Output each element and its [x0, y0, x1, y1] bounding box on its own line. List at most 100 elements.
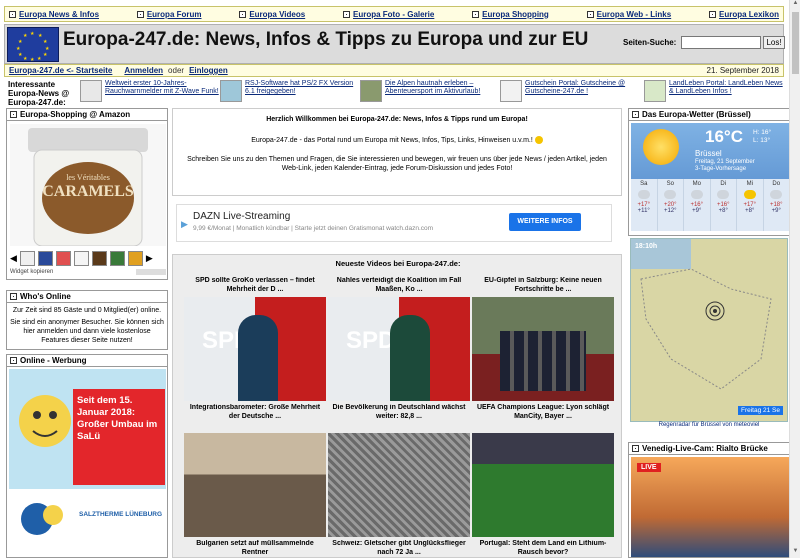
login-link[interactable]: Anmelden	[124, 66, 163, 75]
amazon-badge-icon[interactable]	[136, 269, 166, 275]
site-header: ★ ★ ★ ★ ★ ★ ★ ★ ★ ★ ★ ★ Europa-247.de: N…	[4, 24, 785, 64]
current-date: 21. September 2018	[706, 66, 780, 75]
video-thumbnail[interactable]	[472, 433, 614, 537]
dazn-more-info-button[interactable]: WEITERE INFOS	[509, 213, 581, 231]
chevron-right-icon[interactable]: ▶	[146, 253, 153, 264]
ticker-link[interactable]: Gutschein Portal: Gutscheine @ Gutschein…	[525, 80, 640, 102]
video-item[interactable]: Schweiz: Gletscher gibt Unglücksflieger …	[328, 433, 470, 558]
shopping-box-header: Europa-Shopping @ Amazon	[7, 109, 167, 121]
product-thumb[interactable]	[109, 250, 125, 266]
video-title[interactable]: SPD sollte GroKo verlassen – findet Mehr…	[184, 277, 326, 297]
video-title[interactable]: Integrationsbarometer: Große Mehrheit de…	[184, 404, 326, 422]
video-thumbnail[interactable]	[328, 433, 470, 537]
nav-europa-news[interactable]: Europa News & Infos	[9, 10, 99, 19]
or-text: oder	[168, 66, 185, 75]
rain-radar-map[interactable]: 18:10h Freitag 21 Se	[630, 238, 788, 422]
nav-europa-web-links[interactable]: Europa Web - Links	[586, 10, 671, 19]
video-item[interactable]: EU-Gipfel in Salzburg: Keine neuen Forts…	[472, 277, 614, 422]
register-link[interactable]: Einloggen	[189, 66, 228, 75]
video-thumbnail[interactable]	[184, 433, 326, 537]
video-title[interactable]: Nahles verteidigt die Koalition im Fall …	[328, 277, 470, 297]
ticker-thumbnail	[500, 80, 522, 102]
rain-cloud-icon	[690, 190, 703, 199]
video-title[interactable]: Schweiz: Gletscher gibt Unglücksflieger …	[328, 540, 470, 558]
weather-widget[interactable]: 16°C H: 16° L: 13° Brüssel Freitag, 21 Se…	[631, 123, 789, 231]
ticker-link[interactable]: Weltweit erster 10-Jahres-Rauchwarnmelde…	[105, 80, 220, 102]
nav-europa-shopping[interactable]: Europa Shopping	[472, 10, 549, 19]
product-thumb[interactable]	[73, 250, 89, 266]
news-ticker: Interessante Europa-News @ Europa-247.de…	[4, 78, 784, 107]
ticker-item[interactable]: RSJ-Software hat PS/2 FX Version 6.1 fre…	[220, 80, 360, 102]
search-button[interactable]: Los!	[763, 36, 785, 49]
video-thumbnail[interactable]	[472, 297, 614, 401]
video-item[interactable]: Portugal: Steht dem Land ein Lithium-Rau…	[472, 433, 614, 558]
weather-city: Brüssel	[695, 149, 722, 158]
product-thumb[interactable]	[55, 250, 71, 266]
nav-europa-foto[interactable]: Europa Foto - Galerie	[343, 10, 434, 19]
video-thumbnail[interactable]: SPD	[328, 297, 470, 401]
ticker-link[interactable]: Die Alpen hautnah erleben – Abenteuerspo…	[385, 80, 500, 102]
top-navigation: Europa News & Infos Europa Forum Europa …	[4, 6, 784, 22]
nav-bullet-icon	[9, 10, 16, 18]
venice-live-cam-image[interactable]: LIVE	[631, 457, 789, 557]
welcome-title: Herzlich Willkommen bei Europa-247.de: N…	[266, 116, 528, 123]
video-title[interactable]: Bulgarien setzt auf müllsammelnde Rentne…	[184, 540, 326, 558]
video-title[interactable]: EU-Gipfel in Salzburg: Keine neuen Forts…	[472, 277, 614, 297]
smiley-icon	[534, 136, 543, 145]
ad-choices-icon[interactable]: ▶	[181, 219, 188, 230]
current-temperature: 16°C	[705, 127, 743, 146]
nav-europa-lexikon[interactable]: Europa Lexikon	[708, 10, 779, 19]
product-thumb[interactable]	[91, 250, 107, 266]
ticker-link[interactable]: RSJ-Software hat PS/2 FX Version 6.1 fre…	[245, 80, 360, 102]
ticker-item[interactable]: Weltweit erster 10-Jahres-Rauchwarnmelde…	[80, 80, 220, 102]
box-bullet-icon	[10, 293, 17, 300]
nav-bullet-icon	[343, 10, 350, 18]
home-link[interactable]: Europa-247.de <- Startseite	[9, 66, 112, 75]
welcome-box: Herzlich Willkommen bei Europa-247.de: N…	[172, 108, 622, 196]
dazn-ad[interactable]: ▶ DAZN Live-Streaming 9,99 €/Monat | Mon…	[176, 204, 612, 242]
forecast-day: So +20° +12°	[658, 179, 684, 231]
speaker-figure-icon	[238, 315, 278, 401]
product-thumb[interactable]	[127, 250, 143, 266]
search-input[interactable]	[681, 36, 761, 49]
product-thumb[interactable]	[37, 250, 53, 266]
nav-europa-forum[interactable]: Europa Forum	[136, 10, 202, 19]
eu-flag-logo[interactable]: ★ ★ ★ ★ ★ ★ ★ ★ ★ ★ ★ ★	[7, 27, 59, 63]
video-title[interactable]: UEFA Champions League: Lyon schlägt ManC…	[472, 404, 614, 422]
ticker-link[interactable]: LandLeben Portal: LandLeben News & LandL…	[669, 80, 784, 102]
video-item[interactable]: Bulgarien setzt auf müllsammelnde Rentne…	[184, 433, 326, 558]
weather-date: Freitag, 21 September 3-Tage-Vorhersage	[695, 159, 755, 172]
video-title[interactable]: Die Bevölkerung in Deutschland wächst we…	[328, 404, 470, 422]
ticker-item[interactable]: Gutschein Portal: Gutscheine @ Gutschein…	[500, 80, 640, 102]
rain-radar-link[interactable]: Regenradar für Brüssel von meteoviel	[630, 422, 788, 428]
video-title[interactable]: Portugal: Steht dem Land ein Lithium-Rau…	[472, 540, 614, 558]
product-thumb[interactable]	[19, 250, 35, 266]
cloud-icon	[664, 190, 677, 199]
nav-bullet-icon	[136, 10, 144, 18]
nav-europa-videos[interactable]: Europa Videos	[239, 10, 305, 19]
box-bullet-icon	[632, 445, 639, 452]
page: Europa News & Infos Europa Forum Europa …	[0, 0, 800, 558]
dazn-ad-title[interactable]: DAZN Live-Streaming	[193, 211, 290, 222]
scroll-up-icon[interactable]: ▲	[790, 0, 800, 10]
page-scrollbar[interactable]: ▲ ▼	[789, 0, 800, 558]
ticker-item[interactable]: LandLeben Portal: LandLeben News & LandL…	[644, 80, 784, 102]
forecast-day: Do +18° +9°	[769, 181, 783, 214]
video-item[interactable]: Nahles verteidigt die Koalition im Fall …	[328, 277, 470, 422]
welcome-invite: Schreiben Sie uns zu den Themen und Frag…	[187, 156, 607, 172]
scrollbar-thumb[interactable]	[792, 12, 799, 74]
product-image[interactable]: CARAMELS les Véritables	[10, 124, 166, 247]
video-thumbnail[interactable]: SPD	[184, 297, 326, 401]
ticker-thumbnail	[80, 80, 102, 102]
video-item[interactable]: SPD sollte GroKo verlassen – findet Mehr…	[184, 277, 326, 422]
copy-widget-link[interactable]: Widget kopieren	[10, 269, 53, 275]
candy-jar-illustration: CARAMELS les Véritables	[28, 128, 148, 247]
radar-date: Freitag 21 Se	[737, 406, 783, 415]
chevron-left-icon[interactable]: ◀	[10, 253, 17, 264]
box-bullet-icon	[10, 357, 17, 364]
salue-ad-banner[interactable]: Seit dem 15. Januar 2018: Großer Umbau i…	[9, 369, 166, 549]
ticker-item[interactable]: Die Alpen hautnah erleben – Abenteuerspo…	[360, 80, 500, 102]
svg-text:CARAMELS: CARAMELS	[42, 183, 134, 200]
forecast-days: Sa +17° +11° So +20° +12° Mo +16° +9° Di +16° +8…	[631, 179, 789, 231]
scroll-down-icon[interactable]: ▼	[790, 548, 800, 558]
